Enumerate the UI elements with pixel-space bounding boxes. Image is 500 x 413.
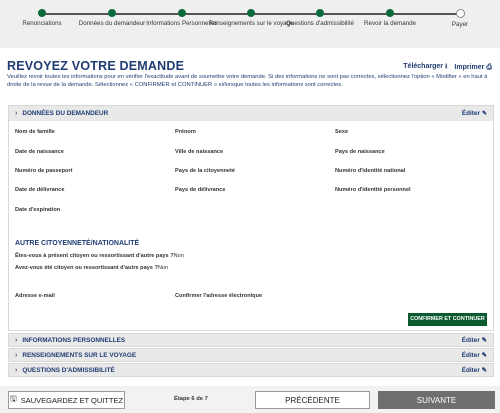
field-label-city-birth: Ville de naissance [175, 149, 224, 155]
footer-bar: 🖫 SAUVEGARDEZ ET QUITTEZ Étape 6 de 7 PR… [0, 386, 500, 413]
section-title: INFORMATIONS PERSONNELLES [22, 336, 126, 344]
field-label-issue-date: Date de délivrance [15, 187, 65, 193]
intro-text: Veuillez revoir toutes les informations … [7, 74, 488, 88]
step-current-dot [455, 9, 465, 18]
download-link[interactable]: Télécharger ⭳ [403, 62, 447, 73]
field-label-national-id: Numéro d'identité national [335, 168, 406, 174]
question-answer: Non [157, 265, 169, 271]
field-label-email: Adresse e-mail [15, 293, 55, 299]
header-actions: Télécharger ⭳ Imprimer ⎙ [403, 62, 492, 73]
step-label: Payer [451, 21, 469, 28]
progress-bar: Renonciations Données du demandeur Infor… [0, 0, 500, 48]
pencil-icon: ✎ [481, 367, 487, 374]
step-complete-dot [108, 9, 116, 17]
section-title: QUESTIONS D'ADMISSIBILITÉ [22, 366, 115, 374]
step-complete-dot [386, 9, 394, 17]
chevron-right-icon: › [15, 110, 18, 117]
edit-section-link[interactable]: Éditer ✎ [462, 351, 487, 359]
question-answer: Non [173, 253, 184, 259]
field-label-dob: Date de naissance [15, 149, 64, 155]
next-button[interactable]: SUIVANTE [378, 391, 495, 409]
progress-step-payer: Payer [415, 0, 500, 29]
field-label-passport: Numéro de passeport [15, 168, 73, 174]
confirm-continue-button[interactable]: CONFIRMER ET CONTINUER [408, 313, 487, 326]
edit-applicant-link[interactable]: Éditer ✎ [462, 110, 487, 117]
field-label-expiry: Date d'expiration [15, 207, 61, 213]
field-label-citizenship: Pays de la citoyenneté [175, 168, 236, 174]
field-label-issue-country: Pays de délivrance [175, 187, 226, 193]
print-icon: ⎙ [486, 63, 492, 71]
edit-section-link[interactable]: Éditer ✎ [462, 366, 487, 374]
edit-label: Éditer [461, 352, 480, 359]
page-title: REVOYEZ VOTRE DEMANDE [7, 59, 185, 73]
step-complete-dot [316, 9, 324, 17]
field-label-prenom: Prénom [175, 129, 196, 135]
section-renseignements-voyage[interactable]: › RENSEIGNEMENTS SUR LE VOYAGE Éditer ✎ [8, 348, 494, 362]
section-title: RENSEIGNEMENTS SUR LE VOYAGE [22, 351, 137, 359]
past-citizenship-question: Avez-vous été citoyen ou ressortissant d… [15, 265, 168, 271]
other-citizenship-title: AUTRE CITOYENNETÉ/NATIONALITÉ [15, 240, 140, 247]
download-icon: ⭳ [444, 63, 448, 70]
edit-label: Éditer [461, 110, 480, 117]
field-label-country-birth: Pays de naissance [335, 149, 385, 155]
save-label: SAUVEGARDEZ ET QUITTEZ [20, 395, 124, 405]
chevron-right-icon: › [15, 351, 18, 359]
chevron-right-icon: › [15, 336, 18, 344]
pencil-icon: ✎ [481, 337, 487, 344]
print-label: Imprimer [454, 63, 485, 71]
pencil-icon: ✎ [481, 352, 487, 359]
edit-section-link[interactable]: Éditer ✎ [462, 336, 487, 344]
step-complete-dot [247, 9, 255, 17]
edit-label: Éditer [461, 337, 480, 344]
applicant-details-panel: › DONNÉES DU DEMANDEUR Éditer ✎ Nom de fa… [8, 105, 494, 331]
section-informations-personnelles[interactable]: › INFORMATIONS PERSONNELLES Éditer ✎ [8, 333, 494, 347]
field-label-confirm-email: Confirmer l'adresse électronique [175, 293, 263, 299]
question-text: Êtes-vous à présent citoyen ou ressortis… [15, 253, 174, 259]
section-title: DONNÉES DU DEMANDEUR [22, 110, 109, 117]
field-label-nom: Nom de famille [15, 129, 55, 135]
step-counter: Étape 6 de 7 [174, 396, 208, 402]
field-label-personal-id: Numéro d'identité personnel [335, 187, 411, 193]
step-complete-dot [178, 9, 186, 17]
applicant-section-header[interactable]: › DONNÉES DU DEMANDEUR Éditer ✎ [9, 106, 493, 121]
pencil-icon: ✎ [481, 111, 487, 117]
current-citizenship-question: Êtes-vous à présent citoyen ou ressortis… [15, 253, 184, 259]
field-label-sexe: Sexe [335, 129, 349, 135]
download-label: Télécharger [403, 63, 443, 70]
chevron-right-icon: › [15, 366, 18, 374]
save-and-quit-button[interactable]: 🖫 SAUVEGARDEZ ET QUITTEZ [8, 391, 125, 409]
previous-button[interactable]: PRÉCÉDENTE [255, 391, 370, 409]
save-icon: 🖫 [9, 394, 17, 403]
section-questions-admissibilite[interactable]: › QUESTIONS D'ADMISSIBILITÉ Éditer ✎ [8, 363, 494, 377]
step-complete-dot [38, 9, 46, 17]
question-text: Avez-vous été citoyen ou ressortissant d… [15, 265, 158, 271]
edit-label: Éditer [461, 367, 480, 374]
print-link[interactable]: Imprimer ⎙ [454, 64, 492, 72]
